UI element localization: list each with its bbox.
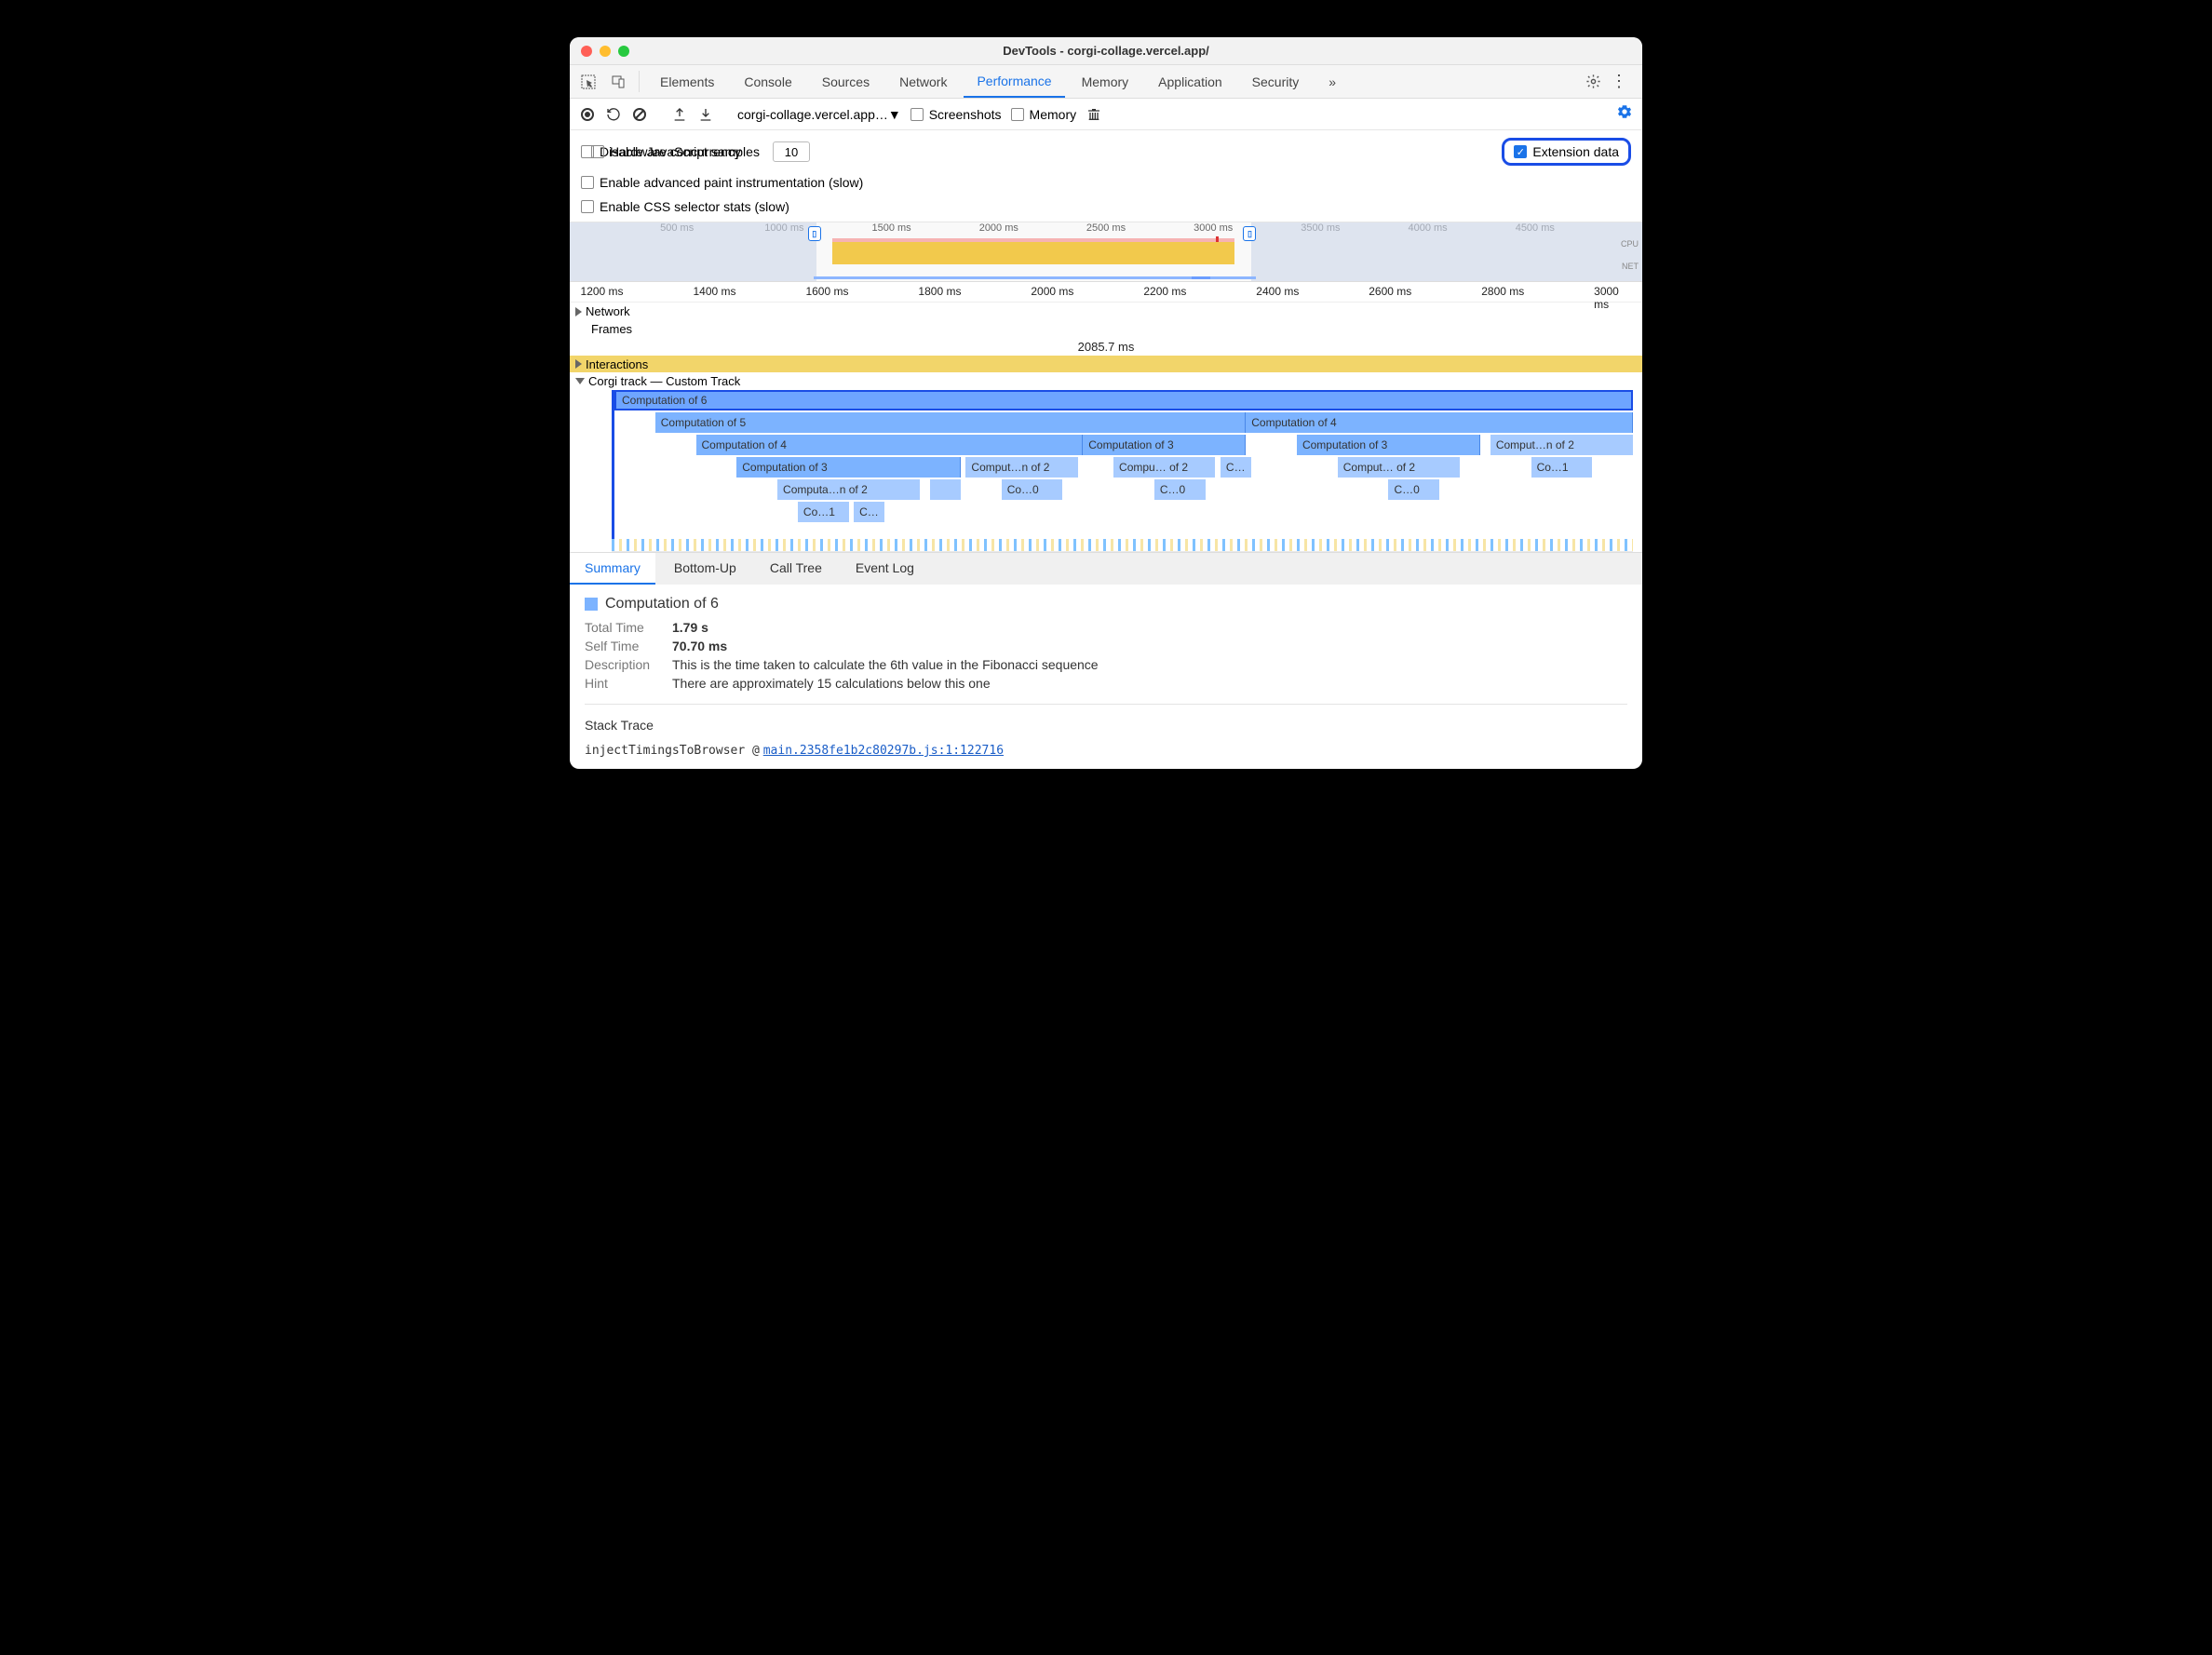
settings-gear-icon[interactable] [1585,74,1601,90]
stack-trace-link[interactable]: main.2358fe1b2c80297b.js:1:122716 [763,744,1004,758]
traffic-lights [581,46,629,57]
flame-comp-3b[interactable]: Computation of 3 [1083,435,1246,455]
flame-comp-4b[interactable]: Computation of 4 [1246,412,1633,433]
flame-co0[interactable]: Co…0 [1002,479,1063,500]
tab-network[interactable]: Network [886,65,960,98]
stack-trace-title: Stack Trace [585,718,1627,733]
hint-value: There are approximately 15 calculations … [672,676,991,691]
flame-c0c[interactable]: C…0 [1388,479,1439,500]
flame-chart[interactable]: Computation of 6 Computation of 5 Comput… [612,390,1633,539]
panel-tabs: Elements Console Sources Network Perform… [570,65,1642,99]
window-title: DevTools - corgi-collage.vercel.app/ [1003,44,1209,58]
flame-comp-2c[interactable]: Compu… of 2 [1113,457,1215,478]
screenshots-checkbox[interactable]: Screenshots [910,107,1002,122]
frames-track: Frames [570,320,1642,338]
tab-overflow[interactable]: » [1315,65,1349,98]
performance-toolbar: corgi-collage.vercel.app…▼ Screenshots M… [570,99,1642,130]
flame-comp-5[interactable]: Computation of 5 [655,412,1247,433]
overview-timeline[interactable]: 500 ms 1000 ms 1500 ms 2000 ms 2500 ms 3… [570,222,1642,282]
flame-co1[interactable]: Co…1 [798,502,849,522]
minimize-icon[interactable] [600,46,611,57]
flame-comp-4[interactable]: Computation of 4 [696,435,1084,455]
title-bar: DevTools - corgi-collage.vercel.app/ [570,37,1642,65]
detail-tab-bottomup[interactable]: Bottom-Up [659,553,751,585]
tab-application[interactable]: Application [1145,65,1235,98]
tab-security[interactable]: Security [1239,65,1313,98]
flame-sm1[interactable] [930,479,961,500]
profile-selector[interactable]: corgi-collage.vercel.app…▼ [737,107,901,122]
detail-tab-calltree[interactable]: Call Tree [755,553,837,585]
detail-tab-summary[interactable]: Summary [570,553,655,585]
advanced-paint-checkbox[interactable]: Enable advanced paint instrumentation (s… [581,175,863,190]
flame-comp-2b[interactable]: Comput…n of 2 [965,457,1077,478]
extension-data-checkbox[interactable]: ✓Extension data [1514,144,1619,159]
detail-tab-eventlog[interactable]: Event Log [841,553,929,585]
extension-data-highlight: ✓Extension data [1502,138,1631,166]
total-time-value: 1.79 s [672,620,708,635]
bottom-strip [612,539,1633,552]
tracks-area: Network Frames 2085.7 ms Interactions Co… [570,303,1642,552]
tab-performance[interactable]: Performance [964,65,1064,98]
hardware-concurrency-input[interactable] [773,141,810,162]
flame-comp-2d[interactable]: Comput…n of 2 [1490,435,1633,455]
interactions-track-toggle[interactable]: Interactions [570,356,654,373]
tab-elements[interactable]: Elements [647,65,727,98]
upload-icon[interactable] [671,106,688,123]
record-icon[interactable] [579,106,596,123]
flame-c0b[interactable]: C…0 [1154,479,1206,500]
hardware-concurrency-checkbox[interactable]: Hardware concurrency [591,144,741,159]
memory-checkbox[interactable]: Memory [1011,107,1077,122]
self-time-value: 70.70 ms [672,639,727,653]
flame-comp-2[interactable]: Computa…n of 2 [777,479,920,500]
flame-comp-cd[interactable]: C… [1221,457,1251,478]
reload-record-icon[interactable] [605,106,622,123]
download-icon[interactable] [697,106,714,123]
summary-title: Computation of 6 [605,596,719,612]
overview-net-label: NET [1621,262,1639,271]
summary-panel: Computation of 6 Total Time1.79 s Self T… [570,585,1642,769]
inspect-icon[interactable] [575,65,601,98]
flame-comp-3[interactable]: Computation of 3 [736,457,961,478]
tab-console[interactable]: Console [731,65,804,98]
summary-color-swatch [585,598,598,611]
flame-comp-co1b[interactable]: Co…1 [1531,457,1593,478]
fullscreen-icon[interactable] [618,46,629,57]
description-value: This is the time taken to calculate the … [672,657,1099,672]
stack-fn: injectTimingsToBrowser @ [585,744,760,758]
overview-cpu-label: CPU [1621,239,1639,249]
capture-settings-gear-icon[interactable] [1616,103,1633,125]
css-selector-stats-checkbox[interactable]: Enable CSS selector stats (slow) [581,199,789,214]
close-icon[interactable] [581,46,592,57]
clear-icon[interactable] [631,106,648,123]
device-toggle-icon[interactable] [605,65,631,98]
flame-ctiny[interactable]: C… [854,502,884,522]
frames-duration: 2085.7 ms [570,338,1642,356]
tab-sources[interactable]: Sources [809,65,883,98]
capture-settings: Disable JavaScript samples CPU: No throt… [570,130,1642,222]
tab-memory[interactable]: Memory [1069,65,1142,98]
custom-track-toggle[interactable]: Corgi track — Custom Track [570,372,1642,390]
network-track-toggle[interactable]: Network [570,303,1642,320]
kebab-menu-icon[interactable]: ⋮ [1611,74,1627,90]
flame-comp-3c[interactable]: Computation of 3 [1297,435,1480,455]
detail-tabs: Summary Bottom-Up Call Tree Event Log [570,552,1642,585]
garbage-collect-icon[interactable] [1086,106,1102,123]
main-ruler[interactable]: 1200 ms 1400 ms 1600 ms 1800 ms 2000 ms … [570,282,1642,303]
flame-comp-2e[interactable]: Comput… of 2 [1338,457,1460,478]
devtools-window: DevTools - corgi-collage.vercel.app/ Ele… [570,37,1642,769]
flame-comp-6-selected[interactable]: Computation of 6 [614,390,1633,410]
